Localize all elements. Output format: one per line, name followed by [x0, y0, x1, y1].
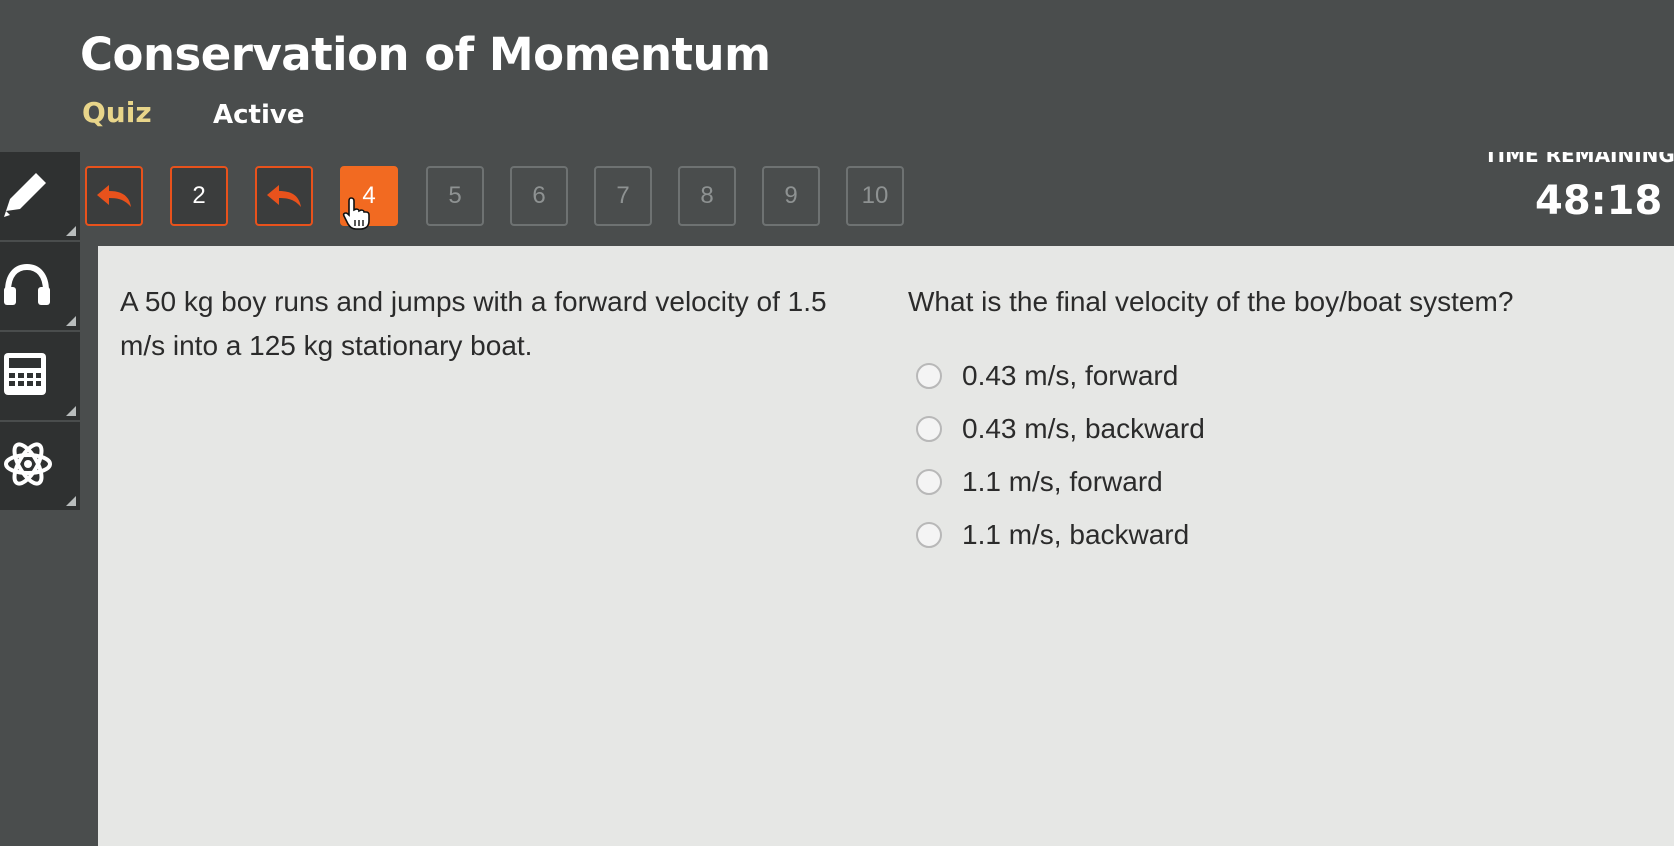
radio-button[interactable] [916, 469, 942, 495]
nav-item-label: 5 [448, 182, 462, 209]
radio-button[interactable] [916, 522, 942, 548]
radio-button[interactable] [916, 363, 942, 389]
nav-item-label: 9 [784, 182, 798, 209]
answer-choice-label: 0.43 m/s, backward [962, 413, 1205, 444]
timer-value: 48:18 [1535, 178, 1663, 224]
activity-status-label: Active [213, 100, 305, 130]
page-header: Conservation of Momentum Quiz Active [0, 0, 1674, 160]
nav-item-6[interactable]: 6 [510, 166, 568, 226]
nav-item-label: 2 [192, 182, 206, 209]
nav-item-2[interactable]: 2 [170, 166, 228, 226]
radio-button[interactable] [916, 416, 942, 442]
headphones-icon [2, 261, 52, 312]
answer-choice-label: 0.43 m/s, forward [962, 360, 1179, 391]
nav-item-label: 10 [861, 182, 889, 209]
activity-type-label: Quiz [82, 96, 152, 129]
nav-item-5[interactable]: 5 [426, 166, 484, 226]
tool-reference[interactable] [0, 422, 80, 510]
nav-item-label: 7 [616, 182, 630, 209]
page-title: Conservation of Momentum [80, 28, 771, 81]
answer-choice-3[interactable]: 1.1 m/s, forward [916, 462, 1163, 502]
answer-choice-label: 1.1 m/s, forward [962, 466, 1163, 497]
back-arrow-icon [95, 183, 133, 209]
atom-icon [2, 439, 54, 494]
nav-item-label: 8 [700, 182, 714, 209]
answer-choice-label: 1.1 m/s, backward [962, 519, 1190, 550]
tool-pencil[interactable] [0, 152, 80, 240]
question-prompt: What is the final velocity of the boy/bo… [908, 286, 1514, 317]
tool-calculator[interactable] [0, 332, 80, 420]
nav-item-1[interactable] [85, 166, 143, 226]
answer-choice-4[interactable]: 1.1 m/s, backward [916, 515, 1189, 555]
hand-cursor-icon [342, 196, 372, 235]
calculator-icon [2, 351, 48, 402]
question-stem: A 50 kg boy runs and jumps with a forwar… [120, 286, 827, 361]
nav-item-3[interactable] [255, 166, 313, 226]
nav-item-9[interactable]: 9 [762, 166, 820, 226]
answer-choice-1[interactable]: 0.43 m/s, forward [916, 356, 1178, 396]
nav-item-10[interactable]: 10 [846, 166, 904, 226]
nav-item-7[interactable]: 7 [594, 166, 652, 226]
pencil-icon [2, 169, 48, 224]
nav-item-label: 6 [532, 182, 546, 209]
back-arrow-icon [265, 183, 303, 209]
tool-audio[interactable] [0, 242, 80, 330]
nav-item-8[interactable]: 8 [678, 166, 736, 226]
answer-choice-2[interactable]: 0.43 m/s, backward [916, 409, 1205, 449]
timer-label: TIME REMAINING [1484, 152, 1674, 167]
